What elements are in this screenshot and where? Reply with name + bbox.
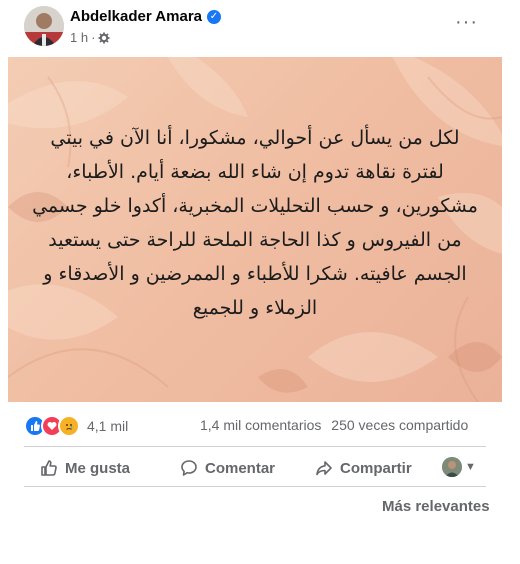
divider bbox=[24, 446, 486, 447]
audience-gear-icon bbox=[98, 32, 110, 43]
post-image[interactable]: لكل من يسأل عن أحوالي، مشكورا، أنا الآن … bbox=[8, 57, 502, 402]
share-label: Compartir bbox=[340, 459, 412, 477]
comment-icon bbox=[181, 460, 197, 476]
author-name[interactable]: Abdelkader Amara bbox=[70, 8, 202, 25]
divider bbox=[24, 486, 486, 487]
share-icon bbox=[316, 461, 332, 476]
share-button[interactable]: Compartir bbox=[315, 459, 412, 477]
author-name-row: Abdelkader Amara ✓ bbox=[70, 8, 221, 25]
post-meta: 1 h · bbox=[70, 30, 110, 45]
like-label: Me gusta bbox=[65, 459, 131, 477]
reactions-summary[interactable]: 4,1 mil bbox=[24, 415, 128, 437]
post-timestamp[interactable]: 1 h bbox=[70, 30, 88, 45]
like-button[interactable]: Me gusta bbox=[40, 459, 130, 477]
comments-count[interactable]: 1,4 mil comentarios bbox=[200, 417, 321, 433]
comment-button[interactable]: Comentar bbox=[180, 459, 275, 477]
meta-separator: · bbox=[91, 30, 96, 45]
comment-sort-dropdown[interactable]: Más relevantes bbox=[382, 498, 490, 515]
reactions-count[interactable]: 4,1 mil bbox=[87, 418, 128, 434]
more-options-icon[interactable]: ··· bbox=[455, 11, 478, 34]
post-card: Abdelkader Amara ✓ 1 h · ··· لكل من يسأل… bbox=[8, 0, 502, 564]
verified-badge-icon: ✓ bbox=[207, 9, 221, 24]
post-text: لكل من يسأل عن أحوالي، مشكورا، أنا الآن … bbox=[32, 127, 478, 319]
engagement-stats: 1,4 mil comentarios 250 veces compartido bbox=[200, 417, 468, 433]
thumbs-up-icon bbox=[41, 460, 57, 476]
sad-icon bbox=[58, 415, 80, 437]
user-avatar bbox=[442, 457, 462, 477]
author-avatar[interactable] bbox=[24, 6, 64, 46]
avatar-image bbox=[24, 6, 64, 46]
comment-label: Comentar bbox=[205, 459, 276, 477]
profile-selector[interactable]: ▼ bbox=[442, 457, 476, 477]
chevron-down-icon: ▼ bbox=[465, 461, 476, 473]
shares-count[interactable]: 250 veces compartido bbox=[331, 417, 468, 433]
